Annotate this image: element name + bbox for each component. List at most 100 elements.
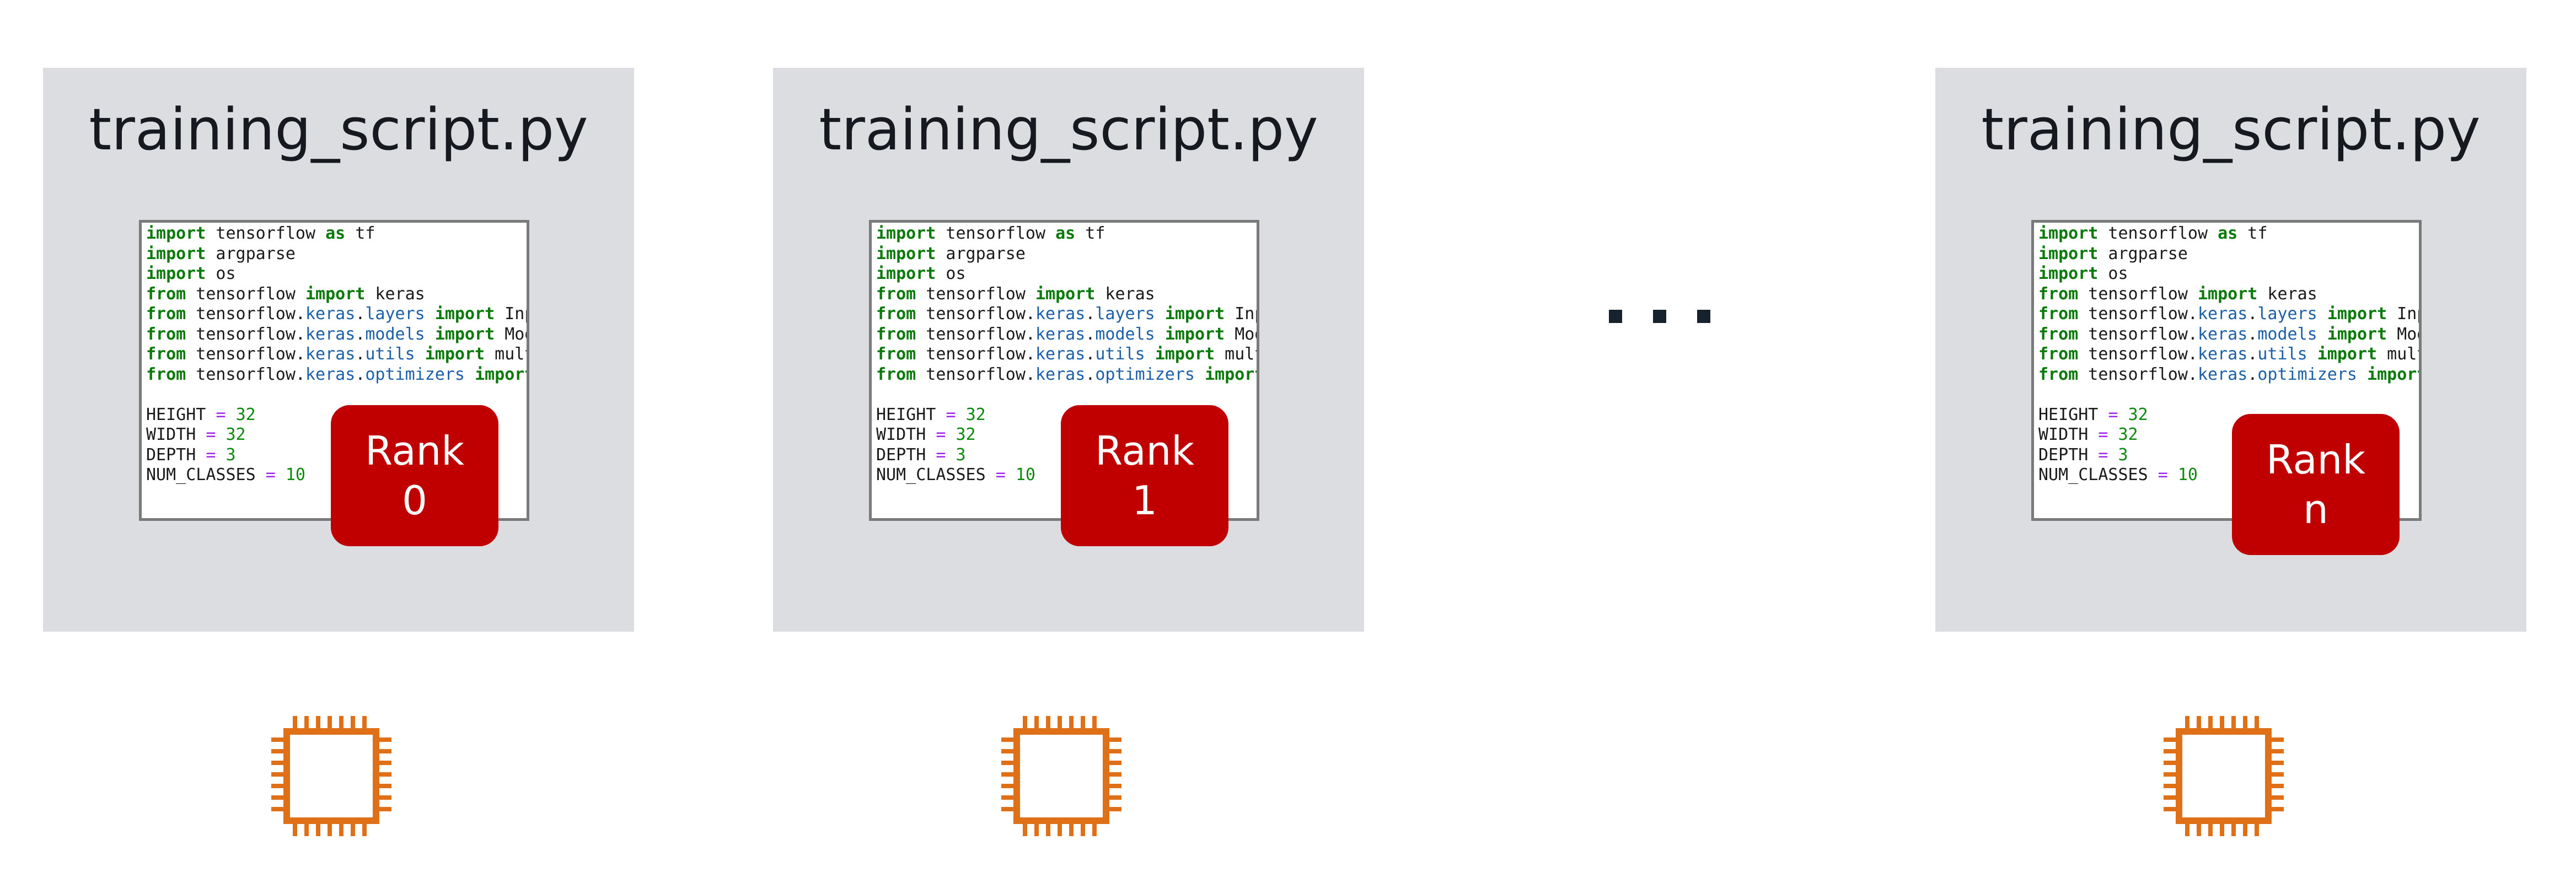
code-token: from — [876, 324, 916, 344]
code-line: from tensorflow.keras.layers import Inpu… — [2038, 304, 2419, 325]
code-line: from tensorflow.keras.layers import Inpu… — [146, 304, 527, 325]
code-token: layers — [1095, 304, 1155, 324]
code-token: tensorflow. — [186, 344, 305, 364]
code-token: WIDTH — [146, 425, 206, 444]
code-token: 32 — [226, 425, 246, 444]
code-token: keras — [2257, 284, 2317, 304]
code-token: from — [2038, 284, 2079, 304]
code-token: multi_ — [1225, 344, 1257, 364]
code-token: HEIGHT — [876, 405, 946, 424]
code-line: from tensorflow.keras.utils import multi… — [876, 344, 1257, 365]
code-token: keras — [2198, 304, 2248, 324]
code-line: import argparse — [876, 244, 1257, 265]
code-token: utils — [365, 344, 415, 364]
code-token: import — [434, 324, 495, 344]
compute-chip-icon — [271, 716, 391, 836]
code-token: tensorflow. — [916, 364, 1035, 384]
code-token: tensorflow — [936, 224, 1056, 243]
code-token: as — [1055, 224, 1076, 243]
code-token: tensorflow — [206, 224, 326, 243]
code-token: 10 — [1015, 465, 1035, 484]
code-token: Input — [505, 304, 527, 324]
code-token: = — [936, 445, 946, 465]
code-token: import — [305, 284, 366, 304]
code-token: tensorflow — [186, 284, 305, 304]
code-line: from tensorflow import keras — [2038, 284, 2419, 305]
code-token: from — [876, 304, 916, 324]
code-token: import — [434, 304, 495, 324]
code-token: keras — [305, 304, 356, 324]
code-line: import tensorflow as tf — [876, 224, 1257, 244]
code-token: tensorflow. — [186, 364, 305, 384]
code-token: import — [2038, 264, 2099, 283]
code-token: . — [1085, 304, 1096, 324]
code-token: from — [2038, 324, 2079, 344]
code-line: from tensorflow.keras.layers import Inpu… — [876, 304, 1257, 325]
rank-id: 0 — [402, 477, 427, 524]
code-token: multi_ — [495, 344, 527, 364]
rank-badge: Rank 1 — [1061, 405, 1228, 546]
code-token: import — [2198, 284, 2258, 304]
code-token: keras — [305, 324, 356, 344]
code-token: layers — [2257, 304, 2317, 324]
compute-chip-icon — [2164, 716, 2284, 836]
rank-label: Rank — [365, 428, 464, 474]
code-line: from tensorflow.keras.models import Mode… — [876, 325, 1257, 345]
code-token: WIDTH — [876, 425, 936, 444]
rank-badge: Rank n — [2232, 414, 2400, 555]
worker-panel-0: training_script.py import tensorflow as … — [43, 68, 634, 632]
code-token: models — [2257, 324, 2317, 344]
code-token: Input — [2397, 304, 2419, 324]
code-token: import — [2038, 224, 2099, 243]
code-token: = — [265, 465, 276, 484]
code-token: tensorflow — [916, 284, 1035, 304]
code-token: = — [2158, 465, 2168, 484]
code-token: . — [2247, 324, 2258, 344]
code-token: 3 — [2118, 445, 2128, 465]
code-token: tensorflow. — [916, 324, 1035, 344]
code-line: import os — [876, 264, 1257, 284]
code-token: = — [216, 405, 226, 424]
code-token: tf — [345, 224, 375, 243]
code-token: . — [2247, 304, 2258, 324]
code-token: tensorflow. — [2078, 364, 2198, 384]
code-token: import — [876, 244, 936, 263]
code-token: 3 — [226, 445, 236, 465]
code-token: 32 — [965, 405, 986, 424]
code-token: import — [146, 244, 206, 263]
code-token: import — [1164, 324, 1225, 344]
code-token: import — [2367, 364, 2422, 384]
code-token: DEPTH — [2038, 445, 2099, 465]
code-token: 10 — [2177, 465, 2198, 484]
code-token: . — [2247, 344, 2258, 364]
script-title: training_script.py — [89, 96, 588, 163]
code-token: import — [1205, 364, 1259, 384]
code-line: from tensorflow.keras.optimizers import … — [876, 365, 1257, 385]
code-token: NUM_CLASSES — [146, 465, 266, 484]
code-token: tensorflow. — [916, 344, 1035, 364]
code-token: from — [876, 284, 916, 304]
code-token: = — [206, 445, 216, 465]
code-token: = — [2108, 405, 2118, 424]
code-token: keras — [2198, 324, 2248, 344]
code-line: import tensorflow as tf — [2038, 224, 2419, 244]
code-token: keras — [305, 344, 356, 364]
